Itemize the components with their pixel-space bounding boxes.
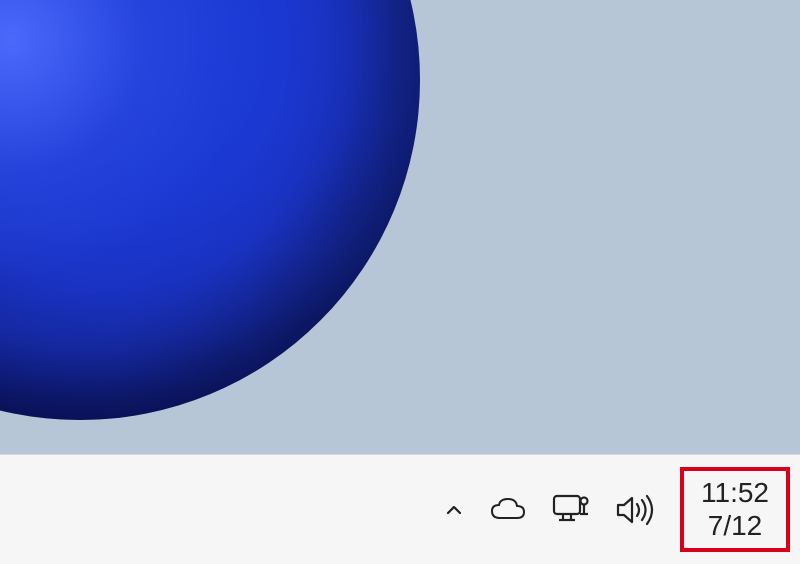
speaker-icon — [614, 493, 658, 527]
clock-time: 11:52 — [700, 477, 770, 509]
monitor-network-icon — [550, 492, 592, 528]
chevron-up-icon — [442, 498, 466, 522]
cloud-icon — [488, 496, 528, 524]
network-tray-button[interactable] — [550, 492, 592, 528]
onedrive-tray-button[interactable] — [488, 496, 528, 524]
wallpaper-bloom-shape — [0, 0, 420, 420]
taskbar: 11:52 7/12 — [0, 454, 800, 564]
tray-overflow-button[interactable] — [442, 498, 466, 522]
clock-date-tray[interactable]: 11:52 7/12 — [680, 467, 790, 551]
desktop-wallpaper — [0, 0, 800, 454]
clock-date: 7/12 — [700, 510, 770, 542]
volume-tray-button[interactable] — [614, 493, 658, 527]
